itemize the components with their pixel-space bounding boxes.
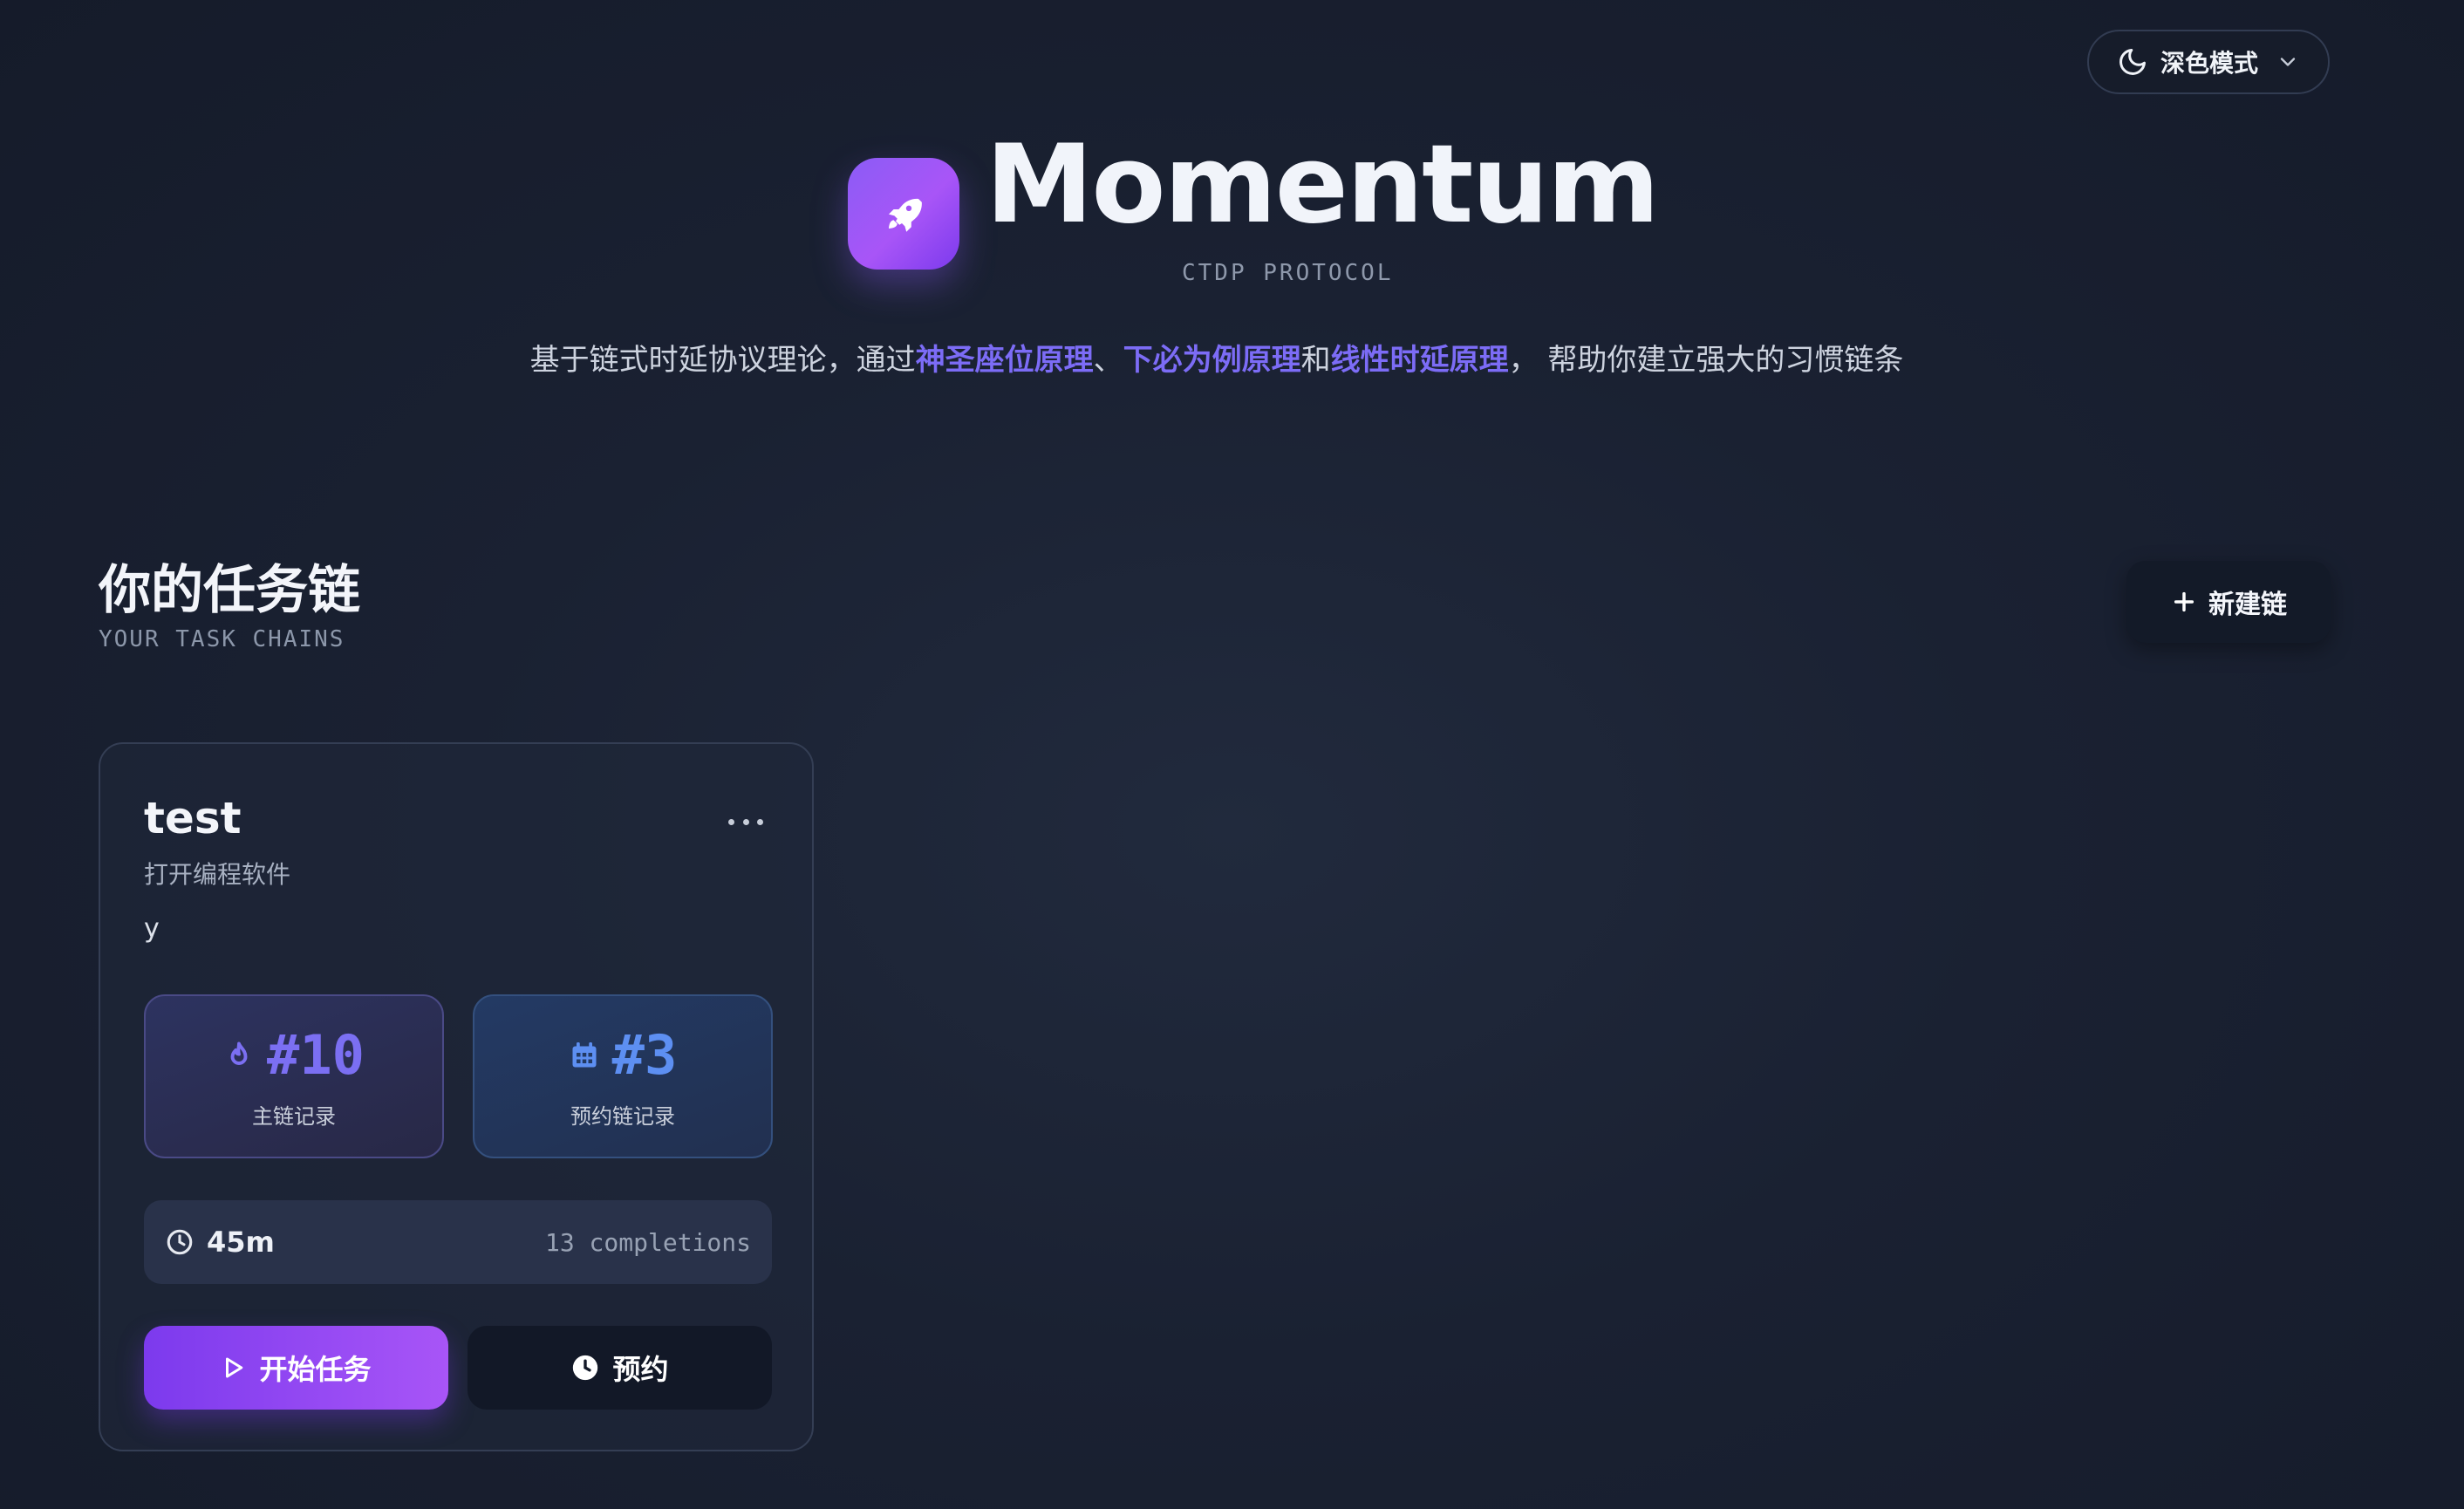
rocket-icon <box>883 193 925 235</box>
tagline-text: ， 帮助你建立强大的习惯链条 <box>1508 343 1904 378</box>
tagline-separator: 、 <box>1093 343 1123 378</box>
clock-filled-icon <box>570 1353 600 1383</box>
schedule-label: 预约 <box>612 1353 669 1386</box>
completions-count: 13 completions <box>544 1227 751 1257</box>
theme-label: 深色模式 <box>2160 49 2259 78</box>
theme-dropdown[interactable]: 深色模式 <box>2087 30 2330 94</box>
new-chain-button[interactable]: 新建链 <box>2126 561 2331 643</box>
tagline: 基于链式时延协议理论，通过神圣座位原理、下必为例原理和线性时延原理， 帮助你建立… <box>523 335 1910 386</box>
main-chain-record: #10 主链记录 <box>144 994 444 1158</box>
plus-icon <box>2170 588 2198 616</box>
schedule-record-value: #3 <box>611 1023 678 1087</box>
section-title: 你的任务链 <box>99 560 360 621</box>
main-record-value: #10 <box>267 1023 365 1087</box>
more-options-button[interactable] <box>728 814 763 831</box>
section-subtitle: YOUR TASK CHAINS <box>99 626 345 652</box>
app-subtitle: CTDP PROTOCOL <box>1182 260 1394 286</box>
chain-card: test 打开编程软件 y #10 主链记录 #3 预约链记录 45m 13 c… <box>99 742 814 1451</box>
moon-icon <box>2117 46 2148 78</box>
start-task-label: 开始任务 <box>259 1353 372 1386</box>
chain-name: test <box>144 793 242 843</box>
chain-description: y <box>144 913 160 944</box>
duration-bar: 45m 13 completions <box>144 1200 772 1284</box>
tagline-separator: 和 <box>1300 343 1331 378</box>
schedule-chain-record: #3 预约链记录 <box>473 994 773 1158</box>
tagline-text: 基于链式时延协议理论，通过 <box>529 343 916 378</box>
play-icon <box>221 1355 247 1381</box>
app-logo <box>848 158 959 270</box>
flame-icon <box>223 1040 255 1071</box>
more-horizontal-icon <box>728 819 763 826</box>
duration-value: 45m <box>207 1226 275 1259</box>
new-chain-label: 新建链 <box>2208 590 2287 620</box>
principle-precedent: 下必为例原理 <box>1123 343 1301 378</box>
principle-sacred-seat: 神圣座位原理 <box>915 343 1094 378</box>
schedule-record-label: 预约链记录 <box>570 1104 675 1129</box>
main-record-label: 主链记录 <box>252 1104 336 1129</box>
calendar-icon <box>569 1040 600 1071</box>
schedule-button[interactable]: 预约 <box>468 1326 772 1410</box>
chevron-down-icon <box>2276 50 2300 74</box>
clock-icon <box>165 1227 195 1257</box>
principle-linear-delay: 线性时延原理 <box>1330 343 1509 378</box>
start-task-button[interactable]: 开始任务 <box>144 1326 448 1410</box>
app-title: Momentum <box>986 122 1660 248</box>
chain-trigger: 打开编程软件 <box>144 860 291 889</box>
